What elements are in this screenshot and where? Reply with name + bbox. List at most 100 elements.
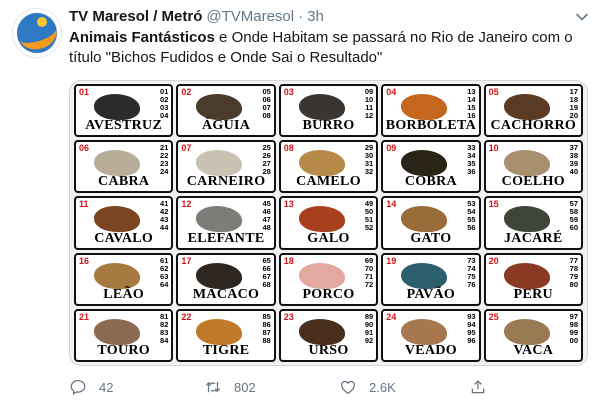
tweet-text: Animais Fantásticos e Onde Habitam se pa…	[69, 28, 589, 68]
animal-dozens: 13 14 15 16	[467, 88, 475, 120]
animal-cell: 13 49 50 51 52 GALO	[278, 196, 379, 250]
animal-group-number: 17	[181, 255, 192, 266]
animal-group-number: 19	[386, 255, 397, 266]
animal-dozens: 81 82 83 84	[160, 312, 168, 345]
animal-group-number: 13	[283, 199, 294, 210]
animal-name: VEADO	[404, 343, 457, 358]
animal-illustration	[401, 150, 448, 177]
tweet-image[interactable]: 01 01 02 03 04 AVESTRUZ 02 05 06 07 08 ÁGUIA 03 09 10 1…	[69, 80, 588, 366]
animal-illustration	[401, 318, 448, 345]
chevron-down-icon[interactable]	[575, 10, 589, 24]
animal-dozens: 89 90 91 92	[365, 312, 373, 345]
animal-group-number: 15	[488, 199, 499, 210]
animal-name: CARNEIRO	[186, 174, 266, 190]
display-name[interactable]: TV Maresol / Metró	[69, 8, 202, 25]
user-handle[interactable]: @TVMaresol	[206, 8, 294, 25]
reply-button[interactable]: 42	[69, 378, 113, 396]
animal-cell: 03 09 10 11 12 BURRO	[278, 84, 379, 138]
animal-name: CAVALO	[94, 230, 154, 246]
animal-illustration	[196, 206, 243, 233]
animal-group-number: 09	[386, 143, 397, 154]
animal-illustration	[196, 262, 243, 289]
retweet-count: 802	[234, 379, 256, 395]
animal-group-number: 10	[488, 143, 499, 154]
animal-cell: 01 01 02 03 04 AVESTRUZ	[74, 84, 174, 138]
animal-illustration	[298, 262, 345, 289]
animal-illustration	[94, 262, 140, 289]
animal-group-number: 01	[79, 87, 90, 97]
animal-dozens: 49 50 51 52	[365, 200, 373, 232]
animal-illustration	[503, 94, 550, 120]
animal-dozens: 93 94 95 96	[467, 312, 475, 345]
animal-dozens: 69 70 71 72	[365, 256, 373, 289]
animal-cell: 25 97 98 99 00 VACA	[483, 308, 583, 362]
animal-illustration	[196, 94, 243, 120]
animal-group-number: 12	[181, 199, 192, 210]
animal-group-number: 25	[488, 311, 499, 322]
animal-dozens: 05 06 07 08	[262, 88, 270, 120]
animal-cell: 05 17 18 19 20 CACHORRO	[483, 84, 583, 138]
animal-group-number: 22	[181, 311, 192, 322]
animal-name: ELEFANTE	[187, 230, 265, 246]
animal-name: COBRA	[404, 174, 457, 190]
animal-cell: 15 57 58 59 60 JACARÉ	[483, 196, 583, 250]
animal-name: CAMELO	[296, 174, 361, 190]
animal-dozens: 25 26 27 28	[262, 144, 270, 176]
animal-illustration	[298, 94, 345, 120]
avatar[interactable]	[12, 8, 62, 58]
animal-name: AVESTRUZ	[85, 118, 163, 134]
animal-name: TIGRE	[202, 343, 250, 358]
animal-name: CABRA	[98, 174, 150, 190]
animal-cell: 11 41 42 43 44 CAVALO	[74, 196, 174, 250]
animal-cell: 02 05 06 07 08 ÁGUIA	[176, 84, 276, 138]
animal-group-number: 05	[488, 87, 499, 97]
animal-group-number: 16	[79, 255, 90, 266]
animal-name: ÁGUIA	[202, 118, 251, 134]
animal-cell: 12 45 46 47 48 ELEFANTE	[176, 196, 276, 250]
animal-illustration	[503, 206, 550, 233]
animal-cell: 16 61 62 63 64 LEÃO	[74, 252, 174, 306]
animal-group-number: 21	[79, 311, 90, 322]
animal-illustration	[94, 206, 140, 233]
animal-illustration	[503, 262, 550, 289]
animal-dozens: 77 78 79 80	[570, 256, 578, 289]
time-separator: ·	[298, 8, 304, 25]
animal-illustration	[298, 318, 345, 345]
animal-name: LEÃO	[103, 286, 145, 302]
like-button[interactable]: 2.6K	[339, 378, 396, 396]
retweet-button[interactable]: 802	[204, 378, 256, 396]
animal-dozens: 61 62 63 64	[160, 256, 168, 289]
animal-cell: 19 73 74 75 76 PAVÃO	[381, 252, 481, 306]
animal-illustration	[298, 206, 345, 233]
tweet-text-bold: Animais Fantásticos	[69, 29, 215, 46]
reply-icon	[70, 379, 86, 395]
animal-name: CACHORRO	[490, 118, 577, 134]
animal-name: COELHO	[501, 174, 565, 190]
animal-dozens: 65 66 67 68	[262, 256, 270, 289]
animal-cell: 04 13 14 15 16 BORBOLETA	[381, 84, 481, 138]
animal-dozens: 97 98 99 00	[570, 312, 578, 345]
animal-group-number: 04	[386, 87, 397, 97]
animal-name: GATO	[410, 230, 452, 246]
animal-dozens: 21 22 23 24	[160, 144, 168, 176]
animal-illustration	[401, 262, 448, 289]
animal-name: JACARÉ	[504, 230, 563, 246]
animal-name: TOURO	[97, 343, 150, 358]
animal-dozens: 01 02 03 04	[160, 88, 168, 120]
animal-illustration	[94, 150, 140, 177]
animal-group-number: 18	[283, 255, 294, 266]
animal-group-number: 14	[386, 199, 397, 210]
animal-cell: 14 53 54 55 56 GATO	[381, 196, 481, 250]
animal-cell: 08 29 30 31 32 CAMELO	[278, 140, 379, 194]
tweet-time[interactable]: 3h	[307, 8, 324, 25]
tweet-header: TV Maresol / Metró @TVMaresol · 3h	[69, 8, 589, 28]
animal-name: PAVÃO	[406, 286, 456, 302]
share-button[interactable]	[469, 378, 499, 396]
animal-illustration	[298, 150, 345, 177]
animal-name: PERU	[513, 286, 553, 302]
animal-group-number: 06	[79, 143, 90, 154]
animal-illustration	[94, 318, 140, 345]
animal-cell: 23 89 90 91 92 URSO	[278, 308, 379, 362]
animal-cell: 17 65 66 67 68 MACACO	[176, 252, 276, 306]
animal-name: PORCO	[302, 286, 355, 302]
